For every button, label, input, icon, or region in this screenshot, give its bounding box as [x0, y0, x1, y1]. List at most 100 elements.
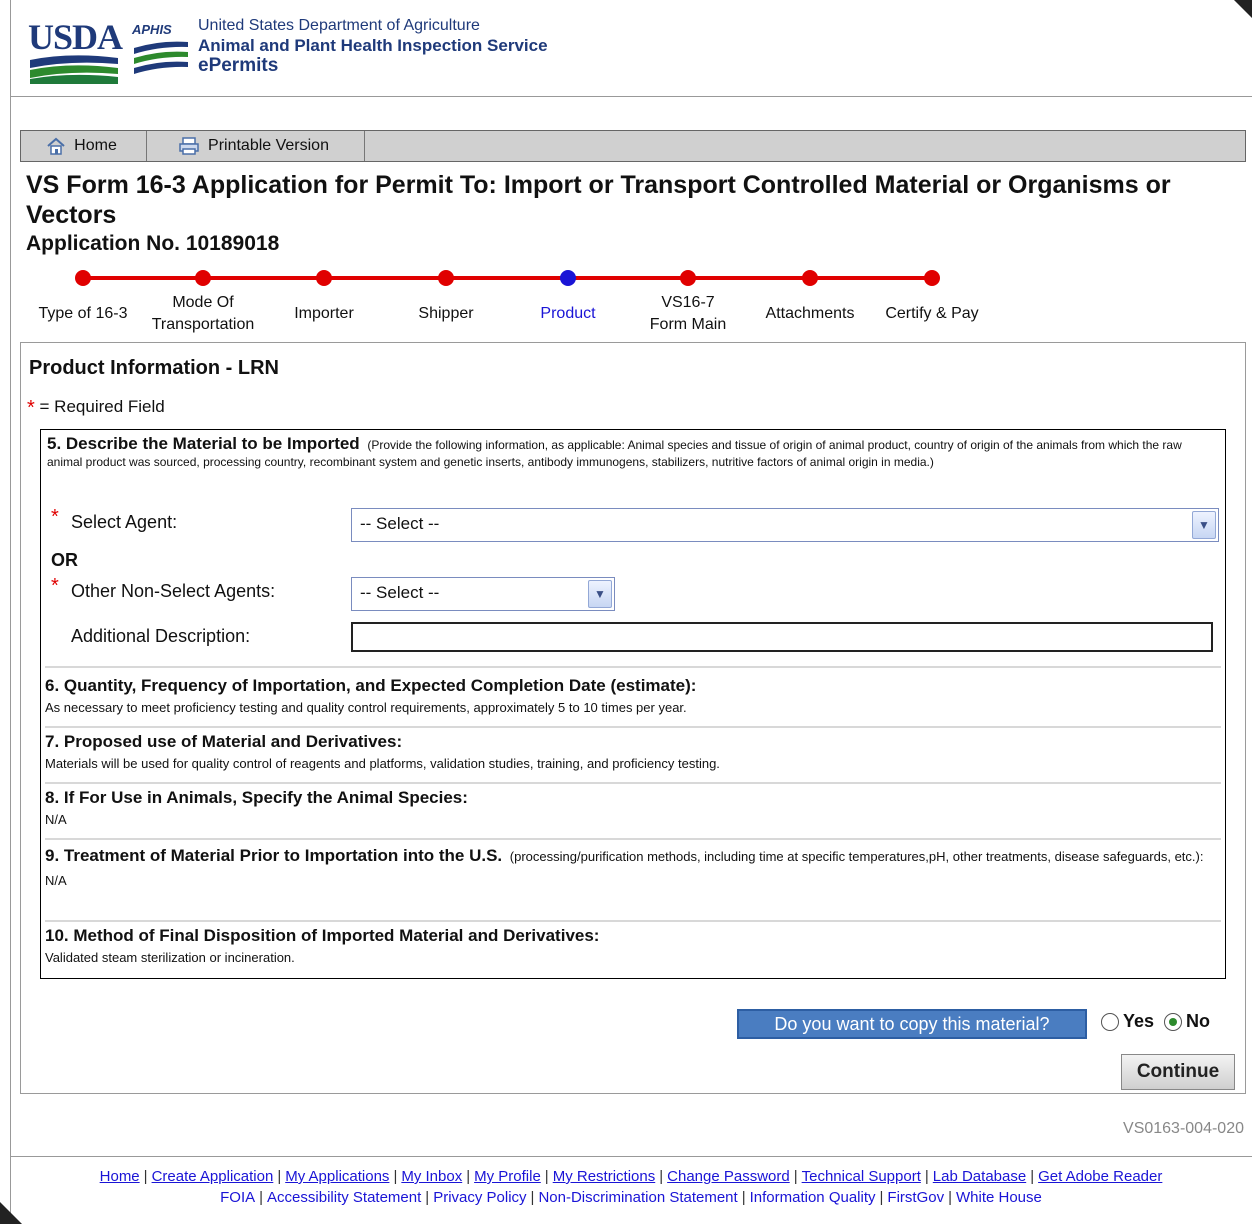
section-8-heading: 8. If For Use in Animals, Specify the An…	[45, 788, 468, 807]
footer-links-row1: Home | Create Application | My Applications |…	[99, 1168, 1163, 1185]
section-7-heading: 7. Proposed use of Material and Derivati…	[45, 732, 403, 751]
footer-link-home[interactable]: Home	[100, 1168, 140, 1185]
step-dot	[560, 270, 576, 286]
step-label: Type of 16-3	[38, 305, 128, 322]
copy-no-label: No	[1186, 1011, 1211, 1031]
required-field-legend: * = Required Field	[27, 397, 165, 420]
home-label: Home	[74, 137, 117, 154]
select-agent-dropdown[interactable]: -- Select -- ▼	[351, 508, 1219, 542]
footer-link-technical-support[interactable]: Technical Support	[802, 1168, 921, 1185]
product-information-panel: Product Information - LRN * = Required F…	[20, 342, 1246, 1094]
section-8-body: N/A	[45, 812, 67, 827]
section-6: 6. Quantity, Frequency of Importation, a…	[41, 676, 1225, 715]
toolbar: Home Printable Version	[20, 130, 1246, 162]
footer-link-information-quality[interactable]: Information Quality	[750, 1189, 876, 1206]
copy-yes-radio[interactable]: Yes	[1101, 1011, 1154, 1032]
material-form: 5. Describe the Material to be Imported …	[40, 429, 1226, 979]
page-code: VS0163-004-020	[1123, 1120, 1244, 1137]
section-10: 10. Method of Final Disposition of Impor…	[41, 926, 1225, 965]
step-attachments[interactable]: Attachments	[749, 262, 871, 338]
footer-link-my-applications[interactable]: My Applications	[285, 1168, 389, 1185]
footer-link-my-profile[interactable]: My Profile	[474, 1168, 541, 1185]
required-star-icon: *	[27, 397, 35, 419]
step-mode-of-transportation[interactable]: Mode Of Transportation	[142, 262, 264, 338]
home-icon	[47, 137, 65, 155]
other-agents-label: Other Non-Select Agents:	[71, 581, 276, 601]
step-label: Product	[540, 305, 596, 322]
footer-link-my-inbox[interactable]: My Inbox	[401, 1168, 462, 1185]
application-number: Application No. 10189018	[26, 232, 280, 255]
other-agents-value: -- Select --	[360, 583, 440, 602]
section-5: 5. Describe the Material to be Imported …	[41, 434, 1225, 469]
footer-link-firstgov[interactable]: FirstGov	[887, 1189, 944, 1206]
step-importer[interactable]: Importer	[263, 262, 385, 338]
section-10-heading: 10. Method of Final Disposition of Impor…	[45, 926, 600, 945]
footer-link-get-adobe-reader[interactable]: Get Adobe Reader	[1038, 1168, 1162, 1185]
step-vs16-7-form-main[interactable]: VS16-7 Form Main	[627, 262, 749, 338]
section-10-body: Validated steam sterilization or inciner…	[45, 950, 295, 965]
copy-no-radio[interactable]: No	[1164, 1011, 1210, 1032]
footer-link-change-password[interactable]: Change Password	[667, 1168, 790, 1185]
copy-material-question: Do you want to copy this material?	[737, 1009, 1087, 1039]
step-label: VS16-7 Form Main	[649, 294, 727, 333]
required-star-icon: *	[51, 506, 59, 528]
required-star-icon: *	[51, 575, 59, 597]
other-agents-dropdown[interactable]: -- Select -- ▼	[351, 577, 615, 611]
step-type-of-16-3[interactable]: Type of 16-3	[22, 262, 144, 338]
footer: Home | Create Application | My Applications |…	[10, 1166, 1252, 1208]
footer-link-white-house[interactable]: White House	[956, 1189, 1042, 1206]
footer-link-create-application[interactable]: Create Application	[152, 1168, 274, 1185]
or-label: OR	[51, 550, 78, 570]
printable-version-label: Printable Version	[208, 137, 329, 154]
additional-description-label: Additional Description:	[71, 626, 251, 646]
section-6-body: As necessary to meet proficiency testing…	[45, 700, 687, 715]
additional-description-row: Additional Description:	[41, 620, 1225, 656]
footer-link-my-restrictions[interactable]: My Restrictions	[553, 1168, 656, 1185]
other-agents-row: * Other Non-Select Agents: -- Select -- …	[41, 575, 1225, 611]
page-title: VS Form 16-3 Application for Permit To: …	[26, 171, 1171, 229]
step-label: Mode Of Transportation	[151, 294, 255, 333]
step-dot	[924, 270, 940, 286]
chevron-down-icon: ▼	[588, 580, 612, 608]
required-field-label: = Required Field	[39, 397, 165, 416]
section-7-body: Materials will be used for quality contr…	[45, 756, 720, 771]
footer-links-row2: FOIA | Accessibility Statement | Privacy Pol…	[220, 1189, 1042, 1206]
select-agent-value: -- Select --	[360, 514, 440, 533]
step-label: Attachments	[765, 305, 855, 322]
section-8: 8. If For Use in Animals, Specify the An…	[41, 788, 1225, 827]
window-corner-top-right	[1234, 0, 1252, 18]
section-divider	[45, 920, 1221, 922]
app-name: ePermits	[198, 55, 279, 76]
footer-divider	[10, 1156, 1252, 1157]
select-agent-label: Select Agent:	[71, 512, 178, 532]
footer-link-privacy-policy[interactable]: Privacy Policy	[433, 1189, 526, 1206]
header-divider	[10, 96, 1252, 97]
usda-swoosh-icon	[30, 55, 118, 84]
printable-version-button[interactable]: Printable Version	[147, 131, 365, 161]
section-9-note: (processing/purification methods, includ…	[509, 849, 1204, 864]
step-dot	[75, 270, 91, 286]
home-button[interactable]: Home	[21, 131, 147, 161]
additional-description-input[interactable]	[351, 622, 1213, 652]
printer-icon	[179, 137, 199, 155]
step-certify-pay[interactable]: Certify & Pay	[871, 262, 993, 338]
agency-names: United States Department of Agriculture …	[198, 16, 548, 76]
step-dot	[802, 270, 818, 286]
department-name: United States Department of Agriculture	[198, 17, 480, 34]
footer-link-accessibility[interactable]: Accessibility Statement	[267, 1189, 421, 1206]
footer-link-lab-database[interactable]: Lab Database	[933, 1168, 1026, 1185]
step-shipper[interactable]: Shipper	[385, 262, 507, 338]
section-divider	[45, 838, 1221, 840]
section-5-heading: 5. Describe the Material to be Imported	[47, 434, 360, 453]
section-7: 7. Proposed use of Material and Derivati…	[41, 732, 1225, 771]
section-9: 9. Treatment of Material Prior to Import…	[41, 844, 1225, 893]
continue-button[interactable]: Continue	[1121, 1054, 1235, 1090]
radio-circle-icon	[1101, 1012, 1119, 1031]
footer-link-foia[interactable]: FOIA	[220, 1189, 255, 1206]
step-label: Importer	[294, 305, 354, 322]
step-product[interactable]: Product	[507, 262, 629, 338]
chevron-down-icon: ▼	[1192, 511, 1216, 539]
footer-link-non-discrimination[interactable]: Non-Discrimination Statement	[538, 1189, 737, 1206]
step-dot	[438, 270, 454, 286]
select-agent-row: * Select Agent: -- Select -- ▼	[41, 506, 1225, 542]
